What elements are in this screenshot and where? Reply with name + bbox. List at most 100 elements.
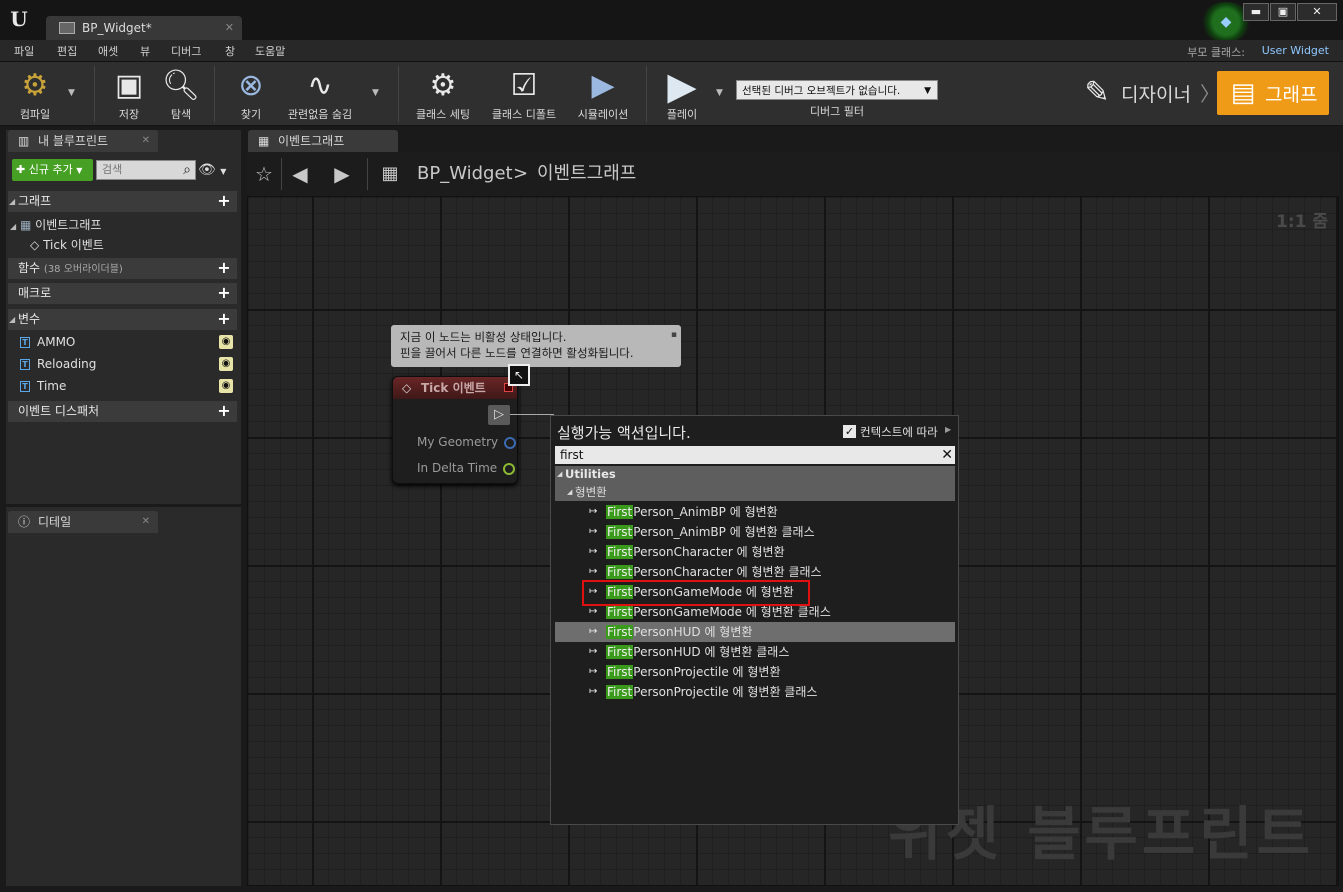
visibility-eye-icon[interactable]: ◉ [219, 379, 233, 393]
toolbar-separator [398, 66, 399, 122]
browse-button[interactable]: 🔍︎ 탐색 [156, 62, 206, 126]
category-utilities[interactable]: ◢ Utilities [555, 466, 955, 483]
section-graphs[interactable]: ◢ 그래프 + [8, 191, 237, 212]
graph-mode-icon: ▤ [1230, 78, 1256, 108]
menu-window[interactable]: 창 [225, 43, 235, 59]
action-menu-popup: 실행가능 액션입니다. ✓ 컨텍스트에 따라 ▶ first ✕ ◢ Utili… [550, 415, 959, 825]
details-tab[interactable]: ⓘ 디테일 ✕ [8, 511, 158, 533]
class-settings-button[interactable]: ⚙ 클래스 세팅 [408, 62, 478, 126]
action-search-input[interactable]: first ✕ [555, 446, 955, 464]
section-macros[interactable]: 매크로 + [8, 283, 237, 304]
visibility-eye-icon[interactable]: ◉ [219, 335, 233, 349]
add-macro-plus-icon[interactable]: + [216, 284, 232, 302]
text-variable-icon: T [20, 381, 30, 392]
add-dispatcher-plus-icon[interactable]: + [216, 402, 232, 420]
subcategory-label: 형변환 [575, 485, 607, 499]
add-function-plus-icon[interactable]: + [216, 259, 232, 277]
breadcrumb-blueprint[interactable]: BP_Widget [417, 152, 513, 196]
variable-ammo[interactable]: T AMMO [20, 335, 75, 349]
category-casting[interactable]: ◢ 형변환 [555, 483, 955, 501]
save-button[interactable]: ▣ 저장 [104, 62, 154, 126]
menu-view[interactable]: 뷰 [140, 43, 150, 59]
add-variable-plus-icon[interactable]: + [216, 310, 232, 328]
action-item[interactable]: ↦ FirstPersonCharacter 에 형변환 클래스 [555, 562, 955, 582]
event-graph-icon: ▦ [381, 163, 399, 184]
menu-edit[interactable]: 편집 [57, 43, 77, 59]
search-icon: ⌕ [183, 162, 191, 178]
section-functions[interactable]: 함수 (38 오버라이더블) + [8, 258, 237, 279]
action-item-label: PersonHUD 에 형변환 클래스 [633, 645, 790, 659]
source-control-icon: ◆ [1220, 14, 1232, 30]
functions-override-count: (38 오버라이더블) [43, 264, 123, 275]
action-item[interactable]: ↦ FirstPersonCharacter 에 형변환 [555, 542, 955, 562]
compile-button[interactable]: ⚙ 컴파일 [6, 62, 64, 126]
forward-arrow-icon[interactable]: ▶ [329, 152, 355, 196]
add-new-button[interactable]: ✚ 신규 추가 ▼ [12, 159, 93, 181]
minimize-button[interactable]: ▬ [1243, 3, 1269, 21]
simulation-label: 시뮬레이션 [577, 108, 629, 121]
chevron-down-icon: ▼ [76, 166, 83, 175]
action-item[interactable]: ↦ FirstPersonHUD 에 형변환 클래스 [555, 642, 955, 662]
tree-item-event-graph[interactable]: ◢ ▦ 이벤트그래프 [10, 216, 101, 233]
parent-class-link[interactable]: User Widget [1262, 44, 1329, 57]
play-label: 플레이 [666, 108, 698, 121]
event-graph-tab-label: 이벤트그래프 [278, 134, 345, 148]
context-sensitive-checkbox[interactable]: ✓ [843, 425, 856, 438]
action-item[interactable]: ↦ FirstPerson_AnimBP 에 형변환 클래스 [555, 522, 955, 542]
view-options-eye-icon[interactable]: 👁︎ ▼ [198, 161, 232, 179]
float-pin-icon[interactable] [503, 462, 516, 475]
graph-mode-button[interactable]: ▤ 그래프 [1217, 71, 1329, 115]
class-defaults-button[interactable]: ☑ 클래스 디폴트 [486, 62, 562, 126]
menu-bar: 파일 편집 애셋 뷰 디버그 창 도움말 부모 클래스: User Widget [0, 40, 1343, 62]
tree-item-tick-event[interactable]: ◇ Tick 이벤트 [30, 236, 104, 253]
close-icon[interactable]: ✕ [142, 130, 150, 152]
play-button[interactable]: ▶ 플레이 [654, 62, 710, 126]
menu-file[interactable]: 파일 [14, 43, 34, 59]
designer-mode-button[interactable]: ✎ 디자이너 [1075, 72, 1197, 114]
menu-help[interactable]: 도움말 [255, 43, 285, 59]
exec-output-pin-icon[interactable]: ▷ [488, 405, 510, 425]
node-header[interactable]: ◇ Tick 이벤트 [393, 377, 517, 399]
find-button[interactable]: ⊗ 찾기 [224, 62, 278, 126]
maximize-button[interactable]: ▣ [1270, 3, 1296, 21]
action-item[interactable]: ↦ FirstPersonProjectile 에 형변환 클래스 [555, 682, 955, 702]
tooltip-line: 핀을 끌어서 다른 노드를 연결하면 활성화됩니다. [400, 346, 634, 360]
debug-object-select[interactable]: 선택된 디버그 오브젝트가 없습니다. ▼ [736, 80, 938, 100]
menu-debug[interactable]: 디버그 [171, 43, 201, 59]
section-event-dispatchers[interactable]: 이벤트 디스패처 + [8, 401, 237, 422]
document-tab[interactable]: BP_Widget* ✕ [46, 16, 242, 40]
hide-unrelated-button[interactable]: ∿ 관련없음 숨김 [280, 62, 360, 126]
match-highlight: First [606, 645, 634, 659]
section-graphs-label: 그래프 [18, 194, 52, 208]
my-blueprint-tab[interactable]: ▥ 내 블루프린트 ✕ [8, 130, 158, 152]
action-item[interactable]: ↦ FirstPersonProjectile 에 형변환 [555, 662, 955, 682]
variable-time[interactable]: T Time [20, 379, 66, 393]
visibility-eye-icon[interactable]: ◉ [219, 357, 233, 371]
my-geometry-pin[interactable]: My Geometry [417, 435, 517, 449]
breadcrumb-separator: > [513, 163, 529, 184]
close-window-button[interactable]: ✕ [1297, 3, 1337, 21]
variable-reloading[interactable]: T Reloading [20, 357, 96, 371]
action-item[interactable]: ↦ FirstPerson_AnimBP 에 형변환 [555, 502, 955, 522]
hide-unrelated-chevron-down-icon[interactable]: ▼ [372, 88, 379, 98]
exec-arrow-icon: ↦ [589, 546, 598, 557]
clear-search-icon[interactable]: ✕ [941, 446, 953, 464]
compile-options-chevron-down-icon[interactable]: ▼ [68, 88, 75, 98]
menu-asset[interactable]: 애셋 [98, 43, 118, 59]
tick-event-node[interactable]: ◇ Tick 이벤트 My Geometry In Delta Time [392, 376, 518, 484]
match-highlight: First [606, 605, 634, 619]
struct-pin-icon[interactable] [504, 436, 517, 449]
event-graph-tab[interactable]: ▦ 이벤트그래프 [248, 130, 398, 152]
favorite-star-icon[interactable]: ☆ [251, 152, 277, 196]
play-options-chevron-down-icon[interactable]: ▼ [716, 88, 723, 98]
back-arrow-icon[interactable]: ◀ [287, 152, 313, 196]
close-icon[interactable]: ✕ [142, 511, 150, 533]
close-tab-icon[interactable]: ✕ [225, 16, 234, 40]
in-delta-time-pin[interactable]: In Delta Time [417, 461, 516, 475]
simulation-button[interactable]: ▶ 시뮬레이션 [570, 62, 636, 126]
breadcrumb-graph[interactable]: 이벤트그래프 [537, 152, 636, 196]
action-item-selected[interactable]: ↦ FirstPersonHUD 에 형변환 [555, 622, 955, 642]
add-graph-plus-icon[interactable]: + [216, 192, 232, 210]
section-variables[interactable]: ◢ 변수 + [8, 309, 237, 330]
pin-icon[interactable]: ▪ [671, 327, 677, 343]
